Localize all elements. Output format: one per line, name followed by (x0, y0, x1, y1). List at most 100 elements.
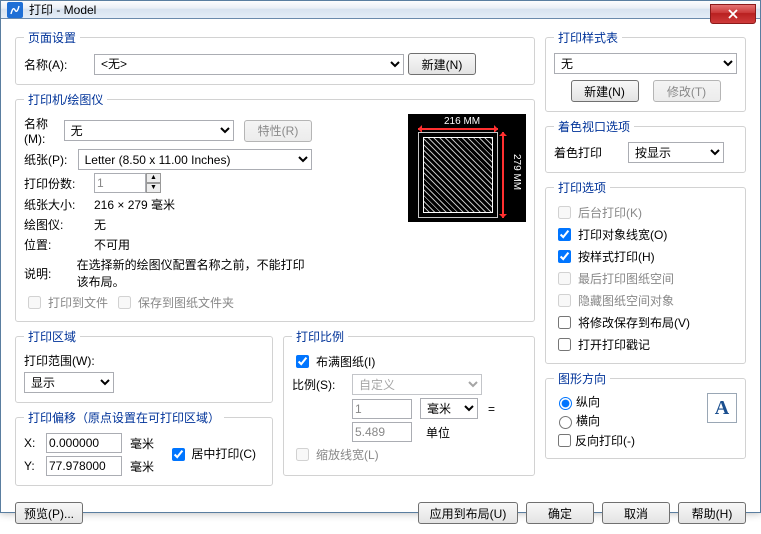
shade-plot-label: 着色打印 (554, 144, 624, 161)
preview-hatch (423, 137, 493, 213)
page-name-select[interactable]: <无> (94, 54, 404, 75)
plot-range-select[interactable]: 显示 (24, 372, 114, 393)
opt-bg-checkbox (558, 206, 571, 219)
fit-checkbox[interactable] (296, 355, 309, 368)
save-sheet-label: 保存到图纸文件夹 (138, 294, 234, 311)
printer-props-button: 特性(R) (244, 120, 312, 142)
orient-upside-label: 反向打印(-) (575, 432, 635, 449)
opt-hide-label: 隐藏图纸空间对象 (578, 292, 674, 309)
opt-styles-checkbox[interactable] (558, 250, 571, 263)
scale-label: 比例(S): (292, 376, 348, 393)
offset-y-unit: 毫米 (130, 458, 154, 475)
opt-lw-label: 打印对象线宽(O) (578, 226, 667, 243)
printer-name-select[interactable]: 无 (64, 120, 234, 141)
opt-stamp-checkbox[interactable] (558, 338, 571, 351)
opt-stamp-label: 打开打印戳记 (578, 336, 650, 353)
offset-x-unit: 毫米 (130, 435, 154, 452)
opt-lw-checkbox[interactable] (558, 228, 571, 241)
orient-portrait-label: 纵向 (576, 393, 600, 410)
plot-area-legend: 打印区域 (24, 328, 80, 345)
opt-hide-checkbox (558, 294, 571, 307)
print-to-file-label: 打印到文件 (48, 294, 108, 311)
plot-style-group: 打印样式表 无 新建(N) 修改(T) (545, 29, 746, 112)
print-dialog: 打印 - Model 页面设置 名称(A): <无> 新建(N) 打印机/绘图仪 (0, 0, 761, 513)
orientation-icon: A (707, 393, 737, 423)
content: 页面设置 名称(A): <无> 新建(N) 打印机/绘图仪 名称(M): (1, 19, 760, 498)
copies-down[interactable]: ▼ (146, 183, 161, 193)
plot-scale-legend: 打印比例 (292, 328, 348, 345)
scale-num-input (352, 399, 412, 419)
preview-button[interactable]: 预览(P)... (15, 502, 83, 524)
ok-button[interactable]: 确定 (526, 502, 594, 524)
footer: 预览(P)... 应用到布局(U) 确定 取消 帮助(H) (1, 498, 760, 534)
opt-bg-label: 后台打印(K) (578, 204, 642, 221)
help-button[interactable]: 帮助(H) (678, 502, 746, 524)
preview-height-arrow (502, 132, 504, 218)
paper-select[interactable]: Letter (8.50 x 11.00 Inches) (78, 149, 312, 170)
style-new-button[interactable]: 新建(N) (571, 80, 639, 102)
center-plot-label: 居中打印(C) (191, 447, 256, 461)
papersize-value: 216 × 279 毫米 (94, 196, 175, 213)
orientation-group: 图形方向 纵向 横向 反向打印(-) A (545, 370, 746, 459)
style-edit-button: 修改(T) (653, 80, 721, 102)
printer-group: 打印机/绘图仪 名称(M): 无 特性(R) 纸张(P): (15, 91, 535, 322)
opt-savelayout-label: 将修改保存到布局(V) (578, 314, 690, 331)
paper-label: 纸张(P): (24, 151, 74, 168)
plot-scale-group: 打印比例 布满图纸(I) 比例(S): 自定义 (283, 328, 535, 476)
copies-up[interactable]: ▲ (146, 173, 161, 183)
page-setup-group: 页面设置 名称(A): <无> 新建(N) (15, 29, 535, 85)
copies-label: 打印份数: (24, 175, 90, 192)
plotter-value: 无 (94, 216, 106, 233)
location-value: 不可用 (94, 236, 130, 253)
plot-style-select[interactable]: 无 (554, 53, 737, 74)
opt-paperspace-label: 最后打印图纸空间 (578, 270, 674, 287)
plot-options-group: 打印选项 后台打印(K) 打印对象线宽(O) 按样式打印(H) 最后打印图纸空间… (545, 179, 746, 364)
copies-input[interactable] (94, 173, 146, 193)
fit-label: 布满图纸(I) (316, 353, 375, 370)
close-icon (728, 9, 738, 19)
app-icon (7, 2, 23, 18)
printer-name-label: 名称(M): (24, 115, 60, 146)
desc-value: 在选择新的绘图仪配置名称之前，不能打印该布局。 (77, 256, 312, 290)
page-name-label: 名称(A): (24, 56, 90, 73)
page-setup-legend: 页面设置 (24, 29, 80, 46)
preview-width-arrow (418, 128, 498, 130)
plot-offset-legend: 打印偏移（原点设置在可打印区域） (24, 409, 224, 426)
orient-landscape-label: 横向 (576, 412, 600, 429)
print-to-file-checkbox (28, 296, 41, 309)
scale-select: 自定义 (352, 374, 482, 395)
cancel-button[interactable]: 取消 (602, 502, 670, 524)
shaded-viewport-group: 着色视口选项 着色打印 按显示 (545, 118, 746, 173)
orient-portrait-radio[interactable] (559, 397, 572, 410)
plot-style-legend: 打印样式表 (554, 29, 622, 46)
paper-preview: 216 MM 279 MM (408, 114, 526, 222)
offset-x-label: X: (24, 436, 42, 450)
titlebar[interactable]: 打印 - Model (1, 1, 760, 19)
location-label: 位置: (24, 236, 90, 253)
papersize-label: 纸张大小: (24, 196, 90, 213)
window-title: 打印 - Model (29, 1, 96, 18)
shade-plot-select[interactable]: 按显示 (628, 142, 724, 163)
scale-equals: = (488, 402, 495, 416)
center-plot-checkbox[interactable] (172, 448, 185, 461)
scale-unit-text: 单位 (426, 424, 450, 441)
close-button[interactable] (710, 4, 756, 24)
plot-range-label: 打印范围(W): (24, 352, 95, 369)
preview-height-label: 279 MM (511, 154, 522, 190)
orient-upside-checkbox[interactable] (558, 434, 571, 447)
plot-offset-group: 打印偏移（原点设置在可打印区域） X: 毫米 Y: (15, 409, 273, 486)
scale-unit-select[interactable]: 毫米 (420, 398, 478, 419)
plot-options-legend: 打印选项 (554, 179, 610, 196)
printer-legend: 打印机/绘图仪 (24, 91, 107, 108)
page-new-button[interactable]: 新建(N) (408, 53, 476, 75)
orientation-legend: 图形方向 (554, 370, 610, 387)
preview-page (418, 132, 498, 218)
apply-layout-button[interactable]: 应用到布局(U) (418, 502, 518, 524)
offset-x-input[interactable] (46, 433, 122, 453)
opt-paperspace-checkbox (558, 272, 571, 285)
offset-y-input[interactable] (46, 456, 122, 476)
save-sheet-checkbox (118, 296, 131, 309)
scale-lw-checkbox (296, 448, 309, 461)
opt-savelayout-checkbox[interactable] (558, 316, 571, 329)
orient-landscape-radio[interactable] (559, 416, 572, 429)
